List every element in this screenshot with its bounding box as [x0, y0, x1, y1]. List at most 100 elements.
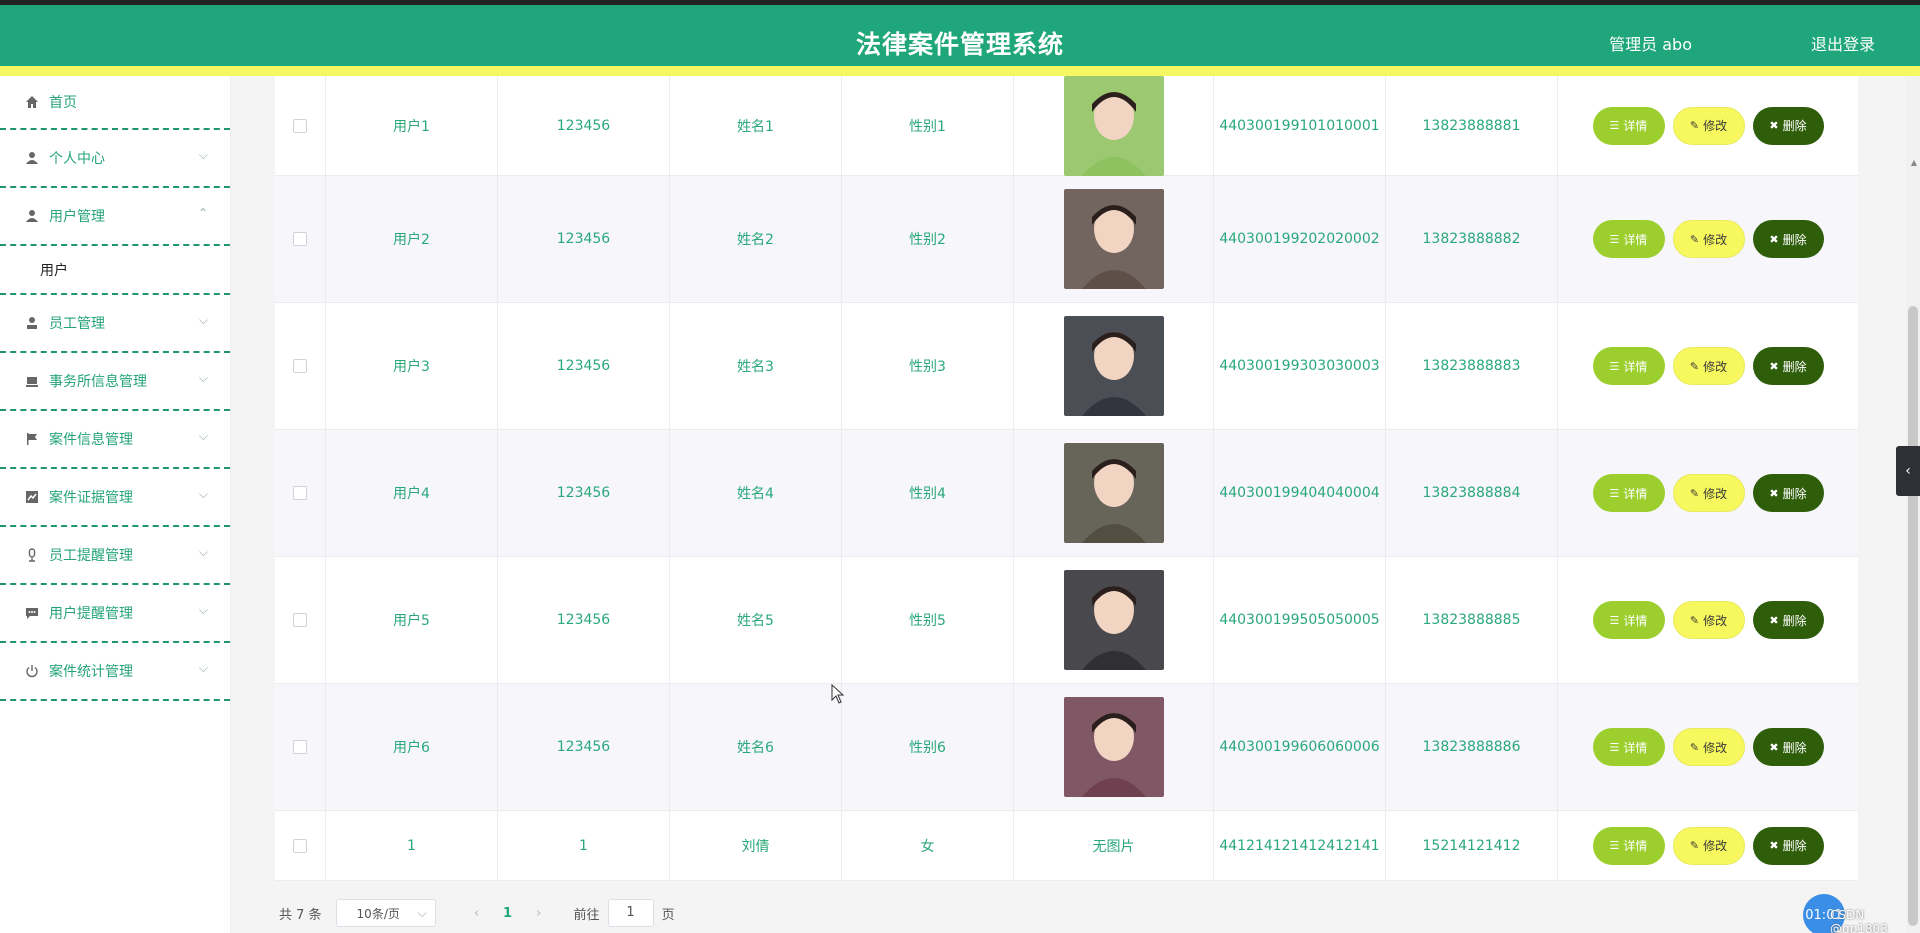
table-row: 1 1 刘倩女无图片 441214121412412141 15214121412 ☰ 详情… [275, 811, 1858, 881]
sidebar-item-case-stats[interactable]: 案件统计管理 ⌵ [0, 643, 230, 701]
pencil-icon: ✎ [1689, 119, 1700, 132]
chevron-down-icon: ⌵ [198, 371, 208, 385]
pencil-icon: ✎ [1689, 839, 1700, 852]
trash-icon: ✖ [1769, 613, 1779, 627]
table-row: 用户1 123456 姓名1 性别1 440300199101010001 138238… [275, 75, 1858, 176]
avatar [1063, 570, 1164, 670]
edit-button[interactable]: ✎ 修改 [1672, 106, 1745, 145]
row-checkbox[interactable] [293, 486, 307, 500]
edit-button-label: 修改 [1703, 119, 1728, 133]
scroll-up-arrow-icon[interactable]: ▲ [1911, 158, 1917, 167]
edit-button[interactable]: ✎ 修改 [1672, 728, 1745, 766]
detail-button[interactable]: ☰ 详情 [1592, 220, 1665, 258]
chevron-down-icon: ⌵ [198, 661, 208, 675]
cell-password: 1 [498, 811, 670, 880]
detail-button[interactable]: ☰ 详情 [1592, 601, 1665, 639]
detail-button[interactable]: ☰ 详情 [1592, 106, 1665, 145]
detail-button[interactable]: ☰ 详情 [1592, 347, 1665, 385]
row-checkbox[interactable] [293, 118, 307, 133]
delete-button-label: 删除 [1782, 359, 1807, 374]
scrollbar-thumb[interactable] [1908, 306, 1918, 926]
delete-button[interactable]: ✖ 删除 [1752, 601, 1824, 639]
delete-button-label: 删除 [1782, 613, 1807, 628]
edit-button-label: 修改 [1703, 232, 1728, 247]
row-checkbox[interactable] [293, 359, 307, 373]
delete-button[interactable]: ✖ 删除 [1752, 826, 1824, 865]
chevron-down-icon: ⌵ [198, 429, 208, 443]
cell-sex: 性别1 [842, 76, 1014, 175]
row-checkbox[interactable] [293, 613, 307, 627]
row-checkbox-cell [275, 303, 326, 429]
goto-page-input[interactable]: 1 [607, 899, 654, 927]
detail-button-label: 详情 [1623, 740, 1648, 755]
sidebar-item-label: 首页 [49, 95, 77, 111]
cell-password: 123456 [498, 684, 670, 810]
sidebar-item-home[interactable]: 首页 [0, 76, 230, 130]
document-icon: ☰ [1609, 740, 1620, 754]
row-checkbox[interactable] [293, 232, 307, 246]
chevron-up-icon: ⌃ [197, 206, 208, 220]
edit-button-label: 修改 [1703, 486, 1728, 501]
sidebar-item-profile[interactable]: 个人中心 ⌵ [0, 130, 230, 188]
cell-name: 姓名4 [670, 430, 842, 556]
cell-avatar [1014, 684, 1214, 810]
edit-button[interactable]: ✎ 修改 [1672, 220, 1745, 258]
page-size-select[interactable]: 10条/页 ⌵ [335, 899, 436, 927]
prev-page-button[interactable]: ‹ [462, 906, 492, 921]
delete-button[interactable]: ✖ 删除 [1752, 474, 1824, 512]
logout-link[interactable]: 退出登录 [1811, 31, 1875, 55]
chevron-left-icon: ‹ [1905, 463, 1911, 479]
page-number-button[interactable]: 1 [492, 906, 524, 921]
sidebar-item-user-management[interactable]: 用户管理 ⌃ [0, 188, 230, 246]
pencil-icon: ✎ [1689, 613, 1700, 627]
edit-button[interactable]: ✎ 修改 [1672, 601, 1745, 639]
edit-button[interactable]: ✎ 修改 [1672, 474, 1745, 512]
cell-username: 1 [326, 811, 498, 880]
cell-avatar [1014, 303, 1214, 429]
cell-name: 姓名3 [670, 303, 842, 429]
detail-button[interactable]: ☰ 详情 [1592, 826, 1665, 865]
detail-button-label: 详情 [1623, 359, 1648, 374]
sidebar-item-case-info[interactable]: 案件信息管理 ⌵ [0, 411, 230, 469]
row-checkbox[interactable] [293, 740, 307, 754]
detail-button-label: 详情 [1623, 232, 1648, 247]
pencil-icon: ✎ [1689, 359, 1700, 373]
detail-button-label: 详情 [1623, 839, 1648, 853]
detail-button[interactable]: ☰ 详情 [1592, 728, 1665, 766]
cell-phone: 13823888883 [1386, 303, 1558, 429]
avatar [1063, 316, 1164, 416]
edit-button[interactable]: ✎ 修改 [1672, 826, 1745, 865]
page-size-value: 10条/页 [356, 906, 400, 921]
staff-icon [24, 315, 40, 331]
sidebar-item-staff-management[interactable]: 员工管理 ⌵ [0, 295, 230, 353]
cell-id-number: 440300199505050005 [1214, 557, 1386, 683]
scrollbar[interactable]: ▲ [1906, 76, 1920, 933]
delete-button[interactable]: ✖ 删除 [1752, 347, 1824, 385]
sidebar-item-office-info[interactable]: 事务所信息管理 ⌵ [0, 353, 230, 411]
cell-name: 姓名5 [670, 557, 842, 683]
side-panel-toggle[interactable]: ‹ [1896, 446, 1920, 496]
sidebar-subitem-users[interactable]: 用户 [0, 246, 230, 295]
goto-label: 前往 [573, 907, 600, 923]
row-checkbox[interactable] [293, 838, 307, 853]
sidebar-item-staff-reminder[interactable]: 员工提醒管理 ⌵ [0, 527, 230, 585]
trash-icon: ✖ [1769, 232, 1779, 246]
avatar [1063, 697, 1164, 797]
delete-button[interactable]: ✖ 删除 [1752, 106, 1824, 145]
cell-sex: 女 [842, 811, 1014, 880]
laptop-icon [24, 373, 40, 389]
sidebar-item-user-reminder[interactable]: 用户提醒管理 ⌵ [0, 585, 230, 643]
delete-button[interactable]: ✖ 删除 [1752, 728, 1824, 766]
cell-name: 姓名2 [670, 176, 842, 302]
cell-username: 用户5 [326, 557, 498, 683]
cell-sex: 性别5 [842, 557, 1014, 683]
delete-button[interactable]: ✖ 删除 [1752, 220, 1824, 258]
cell-actions: ☰ 详情 ✎ 修改 ✖ 删除 [1558, 811, 1858, 880]
edit-button[interactable]: ✎ 修改 [1672, 347, 1745, 385]
next-page-button[interactable]: › [524, 906, 554, 921]
detail-button[interactable]: ☰ 详情 [1592, 474, 1665, 512]
trash-icon: ✖ [1769, 359, 1779, 373]
sidebar-item-case-evidence[interactable]: 案件证据管理 ⌵ [0, 469, 230, 527]
table-row: 用户5 123456 姓名5 性别5 440300199505050005 138238… [275, 557, 1858, 684]
mouse-cursor-icon [831, 683, 845, 708]
